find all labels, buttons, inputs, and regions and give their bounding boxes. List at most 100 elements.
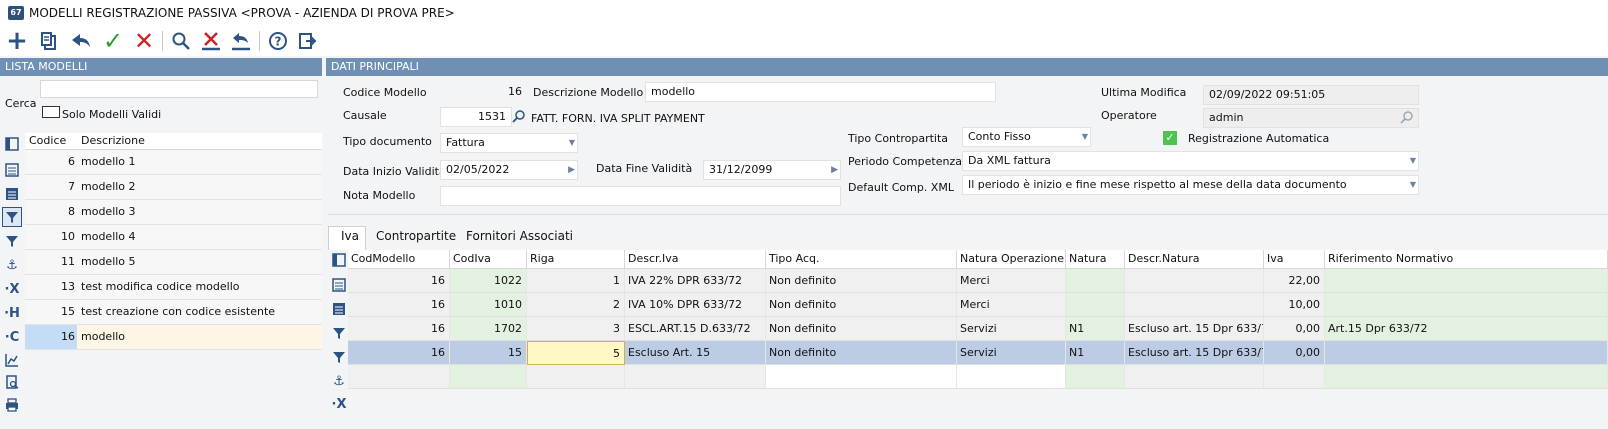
grid-cell[interactable]: Non definito [766, 317, 957, 341]
exit-icon[interactable] [294, 28, 320, 54]
new-row-cell[interactable] [1264, 365, 1325, 389]
grid-cell[interactable]: 16 [348, 317, 450, 341]
tab-fornitori-associati[interactable]: Fornitori Associati [466, 229, 573, 243]
grid-cell[interactable]: ESCL.ART.15 D.633/72 [625, 317, 766, 341]
grid-cell[interactable]: 1702 [450, 317, 527, 341]
grid-cell[interactable]: Servizi [957, 317, 1066, 341]
new-row-cell[interactable] [1125, 365, 1264, 389]
column-header[interactable]: Descr.Iva [625, 250, 766, 269]
grid-cell[interactable]: 1022 [450, 269, 527, 293]
delete-column-icon[interactable]: ·X [330, 395, 348, 413]
columns-icon[interactable] [330, 251, 348, 269]
delete-column-icon[interactable]: ·X [3, 280, 21, 298]
periodo-competenza-select[interactable]: Da XML fattura ▼ [962, 151, 1419, 171]
grid-cell[interactable]: Escluso art. 15 Dpr 633/72 [1125, 341, 1264, 365]
new-row-cell[interactable] [957, 365, 1066, 389]
grid-cell[interactable] [1325, 341, 1608, 365]
grid-cell[interactable]: IVA 22% DPR 633/72 [625, 269, 766, 293]
column-settings-icon[interactable]: ·C [3, 328, 21, 346]
grid-cell[interactable]: Servizi [957, 341, 1066, 365]
filter-active-icon[interactable] [2, 207, 22, 227]
undo-icon[interactable] [68, 28, 94, 54]
column-header[interactable]: CodIva [450, 250, 527, 269]
registrazione-automatica-checkbox[interactable]: ✓ [1163, 131, 1177, 145]
add-icon[interactable]: + [4, 28, 30, 54]
grid-cell[interactable]: IVA 10% DPR 633/72 [625, 293, 766, 317]
grid-cell-editing[interactable]: 5 [527, 341, 625, 365]
grid-cell[interactable] [1066, 293, 1125, 317]
codice-field[interactable]: 16 [440, 82, 528, 102]
grid-cell[interactable]: Non definito [766, 269, 957, 293]
grid-cell[interactable]: Non definito [766, 293, 957, 317]
grid-cell[interactable]: 0,00 [1264, 317, 1325, 341]
list-icon[interactable] [3, 161, 21, 179]
anchor-icon[interactable]: ⚓ [330, 372, 348, 390]
column-header[interactable]: Tipo Acq. [766, 250, 957, 269]
new-row-cell[interactable] [1066, 365, 1125, 389]
restore-filter-icon[interactable] [228, 28, 254, 54]
grid-cell[interactable]: Non definito [766, 341, 957, 365]
list-item[interactable]: 8 modello 3 [25, 200, 322, 225]
grid-cell[interactable] [1066, 269, 1125, 293]
grid-cell[interactable]: Escluso Art. 15 [625, 341, 766, 365]
descrizione-field[interactable]: modello [645, 82, 996, 102]
grid-cell[interactable] [1125, 293, 1264, 317]
grid-cell[interactable]: 1 [527, 269, 625, 293]
nota-modello-field[interactable] [440, 186, 841, 206]
causale-search-icon[interactable] [512, 109, 526, 126]
grid-cell[interactable]: 16 [348, 293, 450, 317]
grid-cell[interactable]: 10,00 [1264, 293, 1325, 317]
valid-only-checkbox[interactable] [42, 106, 60, 118]
new-row-cell[interactable] [527, 365, 625, 389]
filter-icon[interactable] [330, 324, 348, 342]
anchor-icon[interactable]: ⚓ [3, 256, 21, 274]
hide-column-icon[interactable]: ·H [3, 304, 21, 322]
tipo-contropartita-select[interactable]: Conto Fisso ▼ [962, 127, 1091, 147]
grid-cell[interactable]: 16 [348, 341, 450, 365]
list-item[interactable]: 6 modello 1 [25, 150, 322, 175]
grid-cell[interactable] [1325, 269, 1608, 293]
grid-icon[interactable] [3, 185, 21, 203]
grid-icon[interactable] [330, 300, 348, 318]
grid-cell[interactable] [1325, 293, 1608, 317]
column-header[interactable]: Natura [1066, 250, 1125, 269]
column-header[interactable]: Descr.Natura [1125, 250, 1264, 269]
grid-cell[interactable]: N1 [1066, 341, 1125, 365]
chart-icon[interactable] [3, 351, 21, 369]
grid-cell[interactable]: 16 [348, 269, 450, 293]
new-row-cell[interactable] [766, 365, 957, 389]
help-icon[interactable]: ? [265, 28, 291, 54]
grid-cell[interactable]: 1010 [450, 293, 527, 317]
list-item[interactable]: 13 test modifica codice modello [25, 275, 322, 300]
clear-filter-icon[interactable] [198, 28, 224, 54]
list-item-selected[interactable]: 16 modello [25, 325, 322, 350]
cancel-icon[interactable]: ✕ [131, 28, 157, 54]
print-icon[interactable] [3, 396, 21, 414]
preview-icon[interactable] [3, 373, 21, 391]
filter-icon[interactable] [330, 348, 348, 366]
column-header[interactable]: Iva [1264, 250, 1325, 269]
grid-cell[interactable] [1125, 269, 1264, 293]
column-header[interactable]: CodModello [348, 250, 450, 269]
column-header[interactable]: Riferimento Normativo [1325, 250, 1608, 269]
grid-cell[interactable]: 22,00 [1264, 269, 1325, 293]
confirm-icon[interactable]: ✓ [100, 28, 126, 54]
grid-cell[interactable]: Merci [957, 293, 1066, 317]
column-header[interactable]: Riga [527, 250, 625, 269]
column-header-code[interactable]: Codice [29, 134, 66, 147]
grid-cell[interactable]: 3 [527, 317, 625, 341]
tab-contropartite[interactable]: Contropartite [376, 229, 456, 243]
tab-iva[interactable]: Iva [341, 229, 359, 243]
new-row-cell[interactable] [625, 365, 766, 389]
list-item[interactable]: 7 modello 2 [25, 175, 322, 200]
copy-icon[interactable] [36, 28, 62, 54]
data-fine-field[interactable]: 31/12/2099 ▶ [703, 160, 841, 180]
grid-cell[interactable]: 15 [450, 341, 527, 365]
grid-cell[interactable]: Art.15 Dpr 633/72 [1325, 317, 1608, 341]
column-header-description[interactable]: Descrizione [81, 134, 145, 147]
default-comp-xml-select[interactable]: Il periodo è inizio e fine mese rispetto… [962, 175, 1419, 195]
grid-cell[interactable]: N1 [1066, 317, 1125, 341]
list-item[interactable]: 10 modello 4 [25, 225, 322, 250]
list-item[interactable]: 15 test creazione con codice esistente [25, 300, 322, 325]
list-icon[interactable] [330, 276, 348, 294]
